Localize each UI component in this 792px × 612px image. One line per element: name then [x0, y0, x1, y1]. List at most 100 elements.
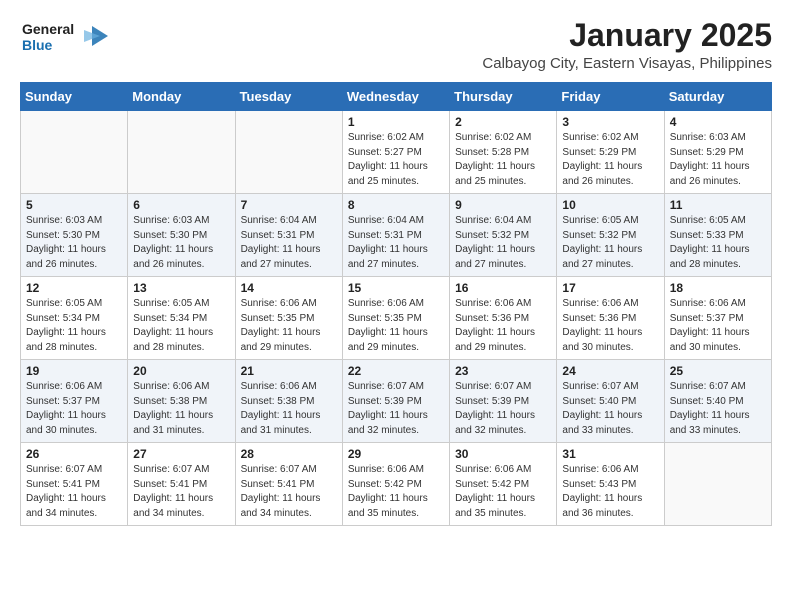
- day-number: 25: [670, 364, 766, 378]
- calendar-cell: 18 Sunrise: 6:06 AM Sunset: 5:37 PM Dayli…: [664, 277, 771, 360]
- day-number: 10: [562, 198, 658, 212]
- calendar-cell: 1Sunrise: 6:02 AM Sunset: 5:27 PM Daylig…: [342, 111, 449, 194]
- day-number: 19: [26, 364, 122, 378]
- day-number: 21: [241, 364, 337, 378]
- day-info: Sunrise: 6:06 AM Sunset: 5:37 PM Dayligh…: [670, 297, 766, 355]
- calendar-cell: 21 Sunrise: 6:06 AM Sunset: 5:38 PM Dayli…: [235, 360, 342, 443]
- day-info: Sunrise: 6:06 AM Sunset: 5:38 PM Dayligh…: [241, 380, 337, 438]
- calendar-cell: 16Sunrise: 6:06 AM Sunset: 5:36 PM Dayli…: [450, 277, 557, 360]
- day-number: 23: [455, 364, 551, 378]
- day-number: 3: [562, 115, 658, 129]
- page-title: January 2025: [482, 18, 772, 53]
- calendar-cell: 20 Sunrise: 6:06 AM Sunset: 5:38 PM Dayli…: [128, 360, 235, 443]
- day-info: Sunrise: 6:05 AM Sunset: 5:34 PM Dayligh…: [133, 297, 229, 355]
- calendar-header-row: SundayMondayTuesdayWednesdayThursdayFrid…: [21, 83, 772, 111]
- day-info: Sunrise: 6:04 AM Sunset: 5:32 PM Dayligh…: [455, 214, 551, 272]
- calendar-header-saturday: Saturday: [664, 83, 771, 111]
- day-number: 18: [670, 281, 766, 295]
- day-info: Sunrise: 6:03 AM Sunset: 5:30 PM Dayligh…: [133, 214, 229, 272]
- day-number: 20: [133, 364, 229, 378]
- calendar-cell: 14 Sunrise: 6:06 AM Sunset: 5:35 PM Dayli…: [235, 277, 342, 360]
- day-number: 31: [562, 447, 658, 461]
- calendar-cell: 26 Sunrise: 6:07 AM Sunset: 5:41 PM Dayli…: [21, 443, 128, 526]
- day-info: Sunrise: 6:07 AM Sunset: 5:41 PM Dayligh…: [26, 463, 122, 521]
- calendar-table: SundayMondayTuesdayWednesdayThursdayFrid…: [20, 82, 772, 526]
- day-info: Sunrise: 6:07 AM Sunset: 5:41 PM Dayligh…: [241, 463, 337, 521]
- day-info: Sunrise: 6:06 AM Sunset: 5:43 PM Dayligh…: [562, 463, 658, 521]
- calendar-cell: 27Sunrise: 6:07 AM Sunset: 5:41 PM Dayli…: [128, 443, 235, 526]
- calendar-header-sunday: Sunday: [21, 83, 128, 111]
- title-block: January 2025 Calbayog City, Eastern Visa…: [482, 18, 772, 72]
- calendar-cell: [664, 443, 771, 526]
- day-info: Sunrise: 6:06 AM Sunset: 5:37 PM Dayligh…: [26, 380, 122, 438]
- calendar-cell: 4 Sunrise: 6:03 AM Sunset: 5:29 PM Daylig…: [664, 111, 771, 194]
- day-info: Sunrise: 6:03 AM Sunset: 5:30 PM Dayligh…: [26, 214, 122, 272]
- calendar-cell: 2 Sunrise: 6:02 AM Sunset: 5:28 PM Daylig…: [450, 111, 557, 194]
- day-number: 29: [348, 447, 444, 461]
- calendar-header-thursday: Thursday: [450, 83, 557, 111]
- calendar-cell: 6Sunrise: 6:03 AM Sunset: 5:30 PM Daylig…: [128, 194, 235, 277]
- day-info: Sunrise: 6:06 AM Sunset: 5:38 PM Dayligh…: [133, 380, 229, 438]
- svg-text:General: General: [22, 21, 74, 37]
- calendar-cell: 7 Sunrise: 6:04 AM Sunset: 5:31 PM Daylig…: [235, 194, 342, 277]
- logo: General Blue: [20, 18, 110, 65]
- day-info: Sunrise: 6:05 AM Sunset: 5:32 PM Dayligh…: [562, 214, 658, 272]
- day-number: 17: [562, 281, 658, 295]
- calendar-cell: 13Sunrise: 6:05 AM Sunset: 5:34 PM Dayli…: [128, 277, 235, 360]
- calendar-cell: 5 Sunrise: 6:03 AM Sunset: 5:30 PM Daylig…: [21, 194, 128, 277]
- calendar-cell: 31 Sunrise: 6:06 AM Sunset: 5:43 PM Dayli…: [557, 443, 664, 526]
- day-info: Sunrise: 6:02 AM Sunset: 5:27 PM Dayligh…: [348, 131, 444, 189]
- day-number: 30: [455, 447, 551, 461]
- day-info: Sunrise: 6:03 AM Sunset: 5:29 PM Dayligh…: [670, 131, 766, 189]
- day-number: 22: [348, 364, 444, 378]
- day-number: 5: [26, 198, 122, 212]
- calendar-cell: 9 Sunrise: 6:04 AM Sunset: 5:32 PM Daylig…: [450, 194, 557, 277]
- day-info: Sunrise: 6:07 AM Sunset: 5:40 PM Dayligh…: [562, 380, 658, 438]
- day-number: 9: [455, 198, 551, 212]
- day-info: Sunrise: 6:06 AM Sunset: 5:35 PM Dayligh…: [241, 297, 337, 355]
- day-number: 14: [241, 281, 337, 295]
- day-info: Sunrise: 6:07 AM Sunset: 5:40 PM Dayligh…: [670, 380, 766, 438]
- calendar-cell: [21, 111, 128, 194]
- calendar-cell: 8Sunrise: 6:04 AM Sunset: 5:31 PM Daylig…: [342, 194, 449, 277]
- calendar-cell: 11 Sunrise: 6:05 AM Sunset: 5:33 PM Dayli…: [664, 194, 771, 277]
- page-container: General Blue January 2025 Calbayog City,…: [0, 0, 792, 536]
- calendar-header-monday: Monday: [128, 83, 235, 111]
- day-info: Sunrise: 6:06 AM Sunset: 5:42 PM Dayligh…: [348, 463, 444, 521]
- day-info: Sunrise: 6:04 AM Sunset: 5:31 PM Dayligh…: [348, 214, 444, 272]
- day-number: 15: [348, 281, 444, 295]
- day-info: Sunrise: 6:06 AM Sunset: 5:36 PM Dayligh…: [455, 297, 551, 355]
- logo-text: General Blue: [20, 18, 110, 65]
- calendar-cell: [235, 111, 342, 194]
- day-info: Sunrise: 6:02 AM Sunset: 5:29 PM Dayligh…: [562, 131, 658, 189]
- day-number: 2: [455, 115, 551, 129]
- calendar-header-wednesday: Wednesday: [342, 83, 449, 111]
- logo-icon: General Blue: [20, 18, 110, 60]
- day-info: Sunrise: 6:06 AM Sunset: 5:35 PM Dayligh…: [348, 297, 444, 355]
- day-info: Sunrise: 6:05 AM Sunset: 5:33 PM Dayligh…: [670, 214, 766, 272]
- day-number: 11: [670, 198, 766, 212]
- day-number: 12: [26, 281, 122, 295]
- calendar-cell: 28 Sunrise: 6:07 AM Sunset: 5:41 PM Dayli…: [235, 443, 342, 526]
- calendar-week-row: 12 Sunrise: 6:05 AM Sunset: 5:34 PM Dayli…: [21, 277, 772, 360]
- calendar-cell: 30Sunrise: 6:06 AM Sunset: 5:42 PM Dayli…: [450, 443, 557, 526]
- calendar-header-friday: Friday: [557, 83, 664, 111]
- calendar-cell: 12 Sunrise: 6:05 AM Sunset: 5:34 PM Dayli…: [21, 277, 128, 360]
- calendar-cell: 19 Sunrise: 6:06 AM Sunset: 5:37 PM Dayli…: [21, 360, 128, 443]
- header: General Blue January 2025 Calbayog City,…: [20, 18, 772, 72]
- svg-text:Blue: Blue: [22, 37, 53, 53]
- calendar-cell: 15 Sunrise: 6:06 AM Sunset: 5:35 PM Dayli…: [342, 277, 449, 360]
- calendar-week-row: 26 Sunrise: 6:07 AM Sunset: 5:41 PM Dayli…: [21, 443, 772, 526]
- day-info: Sunrise: 6:07 AM Sunset: 5:41 PM Dayligh…: [133, 463, 229, 521]
- day-number: 26: [26, 447, 122, 461]
- calendar-cell: 23Sunrise: 6:07 AM Sunset: 5:39 PM Dayli…: [450, 360, 557, 443]
- day-number: 28: [241, 447, 337, 461]
- calendar-cell: 3 Sunrise: 6:02 AM Sunset: 5:29 PM Daylig…: [557, 111, 664, 194]
- day-number: 4: [670, 115, 766, 129]
- day-number: 7: [241, 198, 337, 212]
- day-info: Sunrise: 6:05 AM Sunset: 5:34 PM Dayligh…: [26, 297, 122, 355]
- day-info: Sunrise: 6:02 AM Sunset: 5:28 PM Dayligh…: [455, 131, 551, 189]
- day-info: Sunrise: 6:04 AM Sunset: 5:31 PM Dayligh…: [241, 214, 337, 272]
- calendar-cell: 10 Sunrise: 6:05 AM Sunset: 5:32 PM Dayli…: [557, 194, 664, 277]
- day-info: Sunrise: 6:06 AM Sunset: 5:36 PM Dayligh…: [562, 297, 658, 355]
